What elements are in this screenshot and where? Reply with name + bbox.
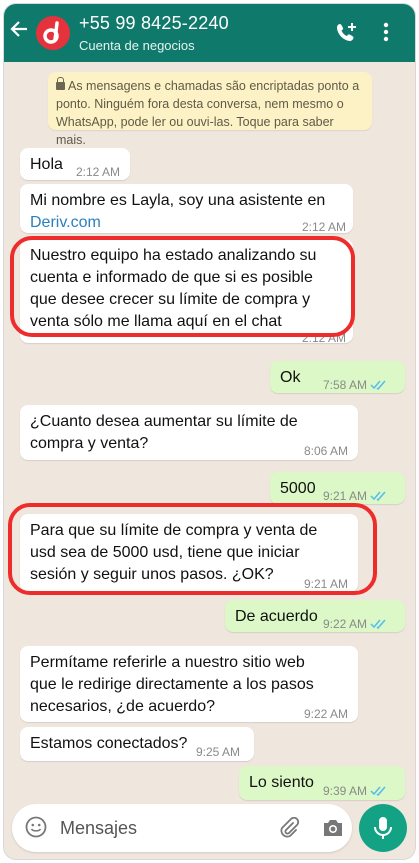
paperclip-icon[interactable] [278, 816, 300, 844]
read-ticks-icon [370, 486, 387, 508]
message-time: 9:22 AM [323, 617, 368, 631]
message-time: 9:22 AM [304, 707, 349, 721]
message-time: 9:25 AM [196, 745, 241, 759]
message-composer[interactable]: Mensajes [12, 804, 352, 852]
message-text: Mi nombre es Layla, soy una asistente en [30, 192, 326, 209]
read-ticks-icon [370, 375, 387, 397]
message-bubble-incoming[interactable]: Hola 2:12 AM [20, 148, 130, 180]
lock-icon [56, 77, 65, 90]
message-time: 9:39 AM [323, 784, 368, 798]
chat-area[interactable]: As mensagens e chamadas são encriptadas … [4, 62, 415, 800]
deriv-logo-icon [43, 21, 59, 44]
message-text: Permítame referirle a nuestro sitio web … [30, 654, 314, 715]
message-bubble-outgoing[interactable]: Ok 7:58 AM [270, 361, 405, 393]
more-vertical-icon[interactable] [382, 21, 390, 48]
contact-subtitle: Cuenta de negocios [79, 38, 195, 53]
message-time: 2:12 AM [76, 165, 121, 179]
message-input[interactable]: Mensajes [60, 818, 137, 839]
emoji-icon[interactable] [25, 816, 47, 843]
message-bubble-incoming[interactable]: Mi nombre es Layla, soy una asistente en… [20, 184, 353, 234]
message-time: 9:21 AM [323, 489, 368, 503]
encryption-notice[interactable]: As mensagens e chamadas são encriptadas … [48, 72, 372, 147]
red-highlight-box [8, 503, 377, 595]
contact-name[interactable]: +55 99 8425-2240 [79, 13, 229, 34]
message-bubble-incoming[interactable]: Estamos conectados? 9:25 AM [20, 727, 254, 761]
deriv-link[interactable]: Deriv.com [30, 212, 343, 234]
add-call-icon[interactable] [335, 21, 359, 50]
message-bubble-outgoing[interactable]: De acuerdo 9:22 AM [225, 600, 405, 632]
message-time: 2:12 AM [302, 220, 347, 234]
message-text: Ok [280, 369, 301, 386]
arrow-left-icon[interactable] [10, 20, 28, 42]
red-highlight-box [10, 236, 355, 337]
message-text: Estamos conectados? [30, 735, 188, 752]
message-text: 5000 [280, 480, 316, 497]
message-bubble-outgoing[interactable]: 5000 9:21 AM [270, 472, 405, 504]
read-ticks-icon [370, 781, 387, 803]
message-text: ¿Cuanto desea aumentar su límite de comp… [30, 413, 298, 452]
message-time: 7:58 AM [323, 378, 368, 392]
message-text: Hola [30, 156, 63, 173]
message-bubble-incoming[interactable]: Permítame referirle a nuestro sitio web … [20, 646, 358, 722]
message-text: De acuerdo [235, 608, 318, 625]
chat-header: +55 99 8425-2240 Cuenta de negocios [4, 4, 415, 62]
phone-screen: +55 99 8425-2240 Cuenta de negocios As m… [4, 4, 415, 859]
contact-avatar[interactable] [36, 16, 70, 50]
message-bubble-incoming[interactable]: ¿Cuanto desea aumentar su límite de comp… [20, 405, 358, 460]
microphone-icon[interactable] [359, 804, 407, 852]
message-time: 8:06 AM [304, 444, 349, 458]
read-ticks-icon [370, 614, 387, 636]
message-bubble-outgoing[interactable]: Lo siento 9:39 AM [239, 766, 405, 800]
camera-icon[interactable] [322, 818, 344, 843]
message-text: Lo siento [249, 774, 314, 791]
